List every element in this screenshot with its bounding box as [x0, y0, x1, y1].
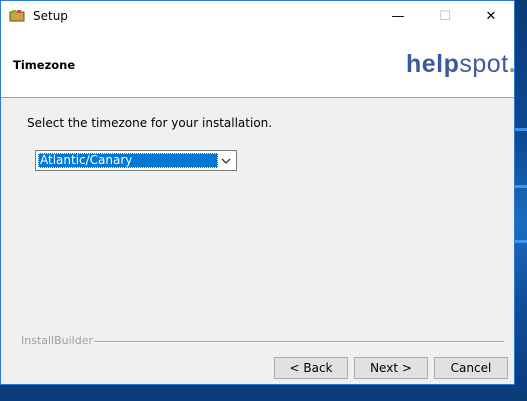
- minimize-icon: —: [391, 8, 405, 24]
- page-title: Timezone: [13, 58, 76, 72]
- title-bar[interactable]: Setup — ☐ ✕: [1, 1, 514, 31]
- minimize-button[interactable]: —: [375, 1, 421, 31]
- logo-help-text: help: [406, 50, 460, 78]
- next-button[interactable]: Next >: [354, 357, 428, 379]
- content-area: Select the timezone for your installatio…: [1, 98, 514, 328]
- timezone-select[interactable]: Atlantic/Canary: [35, 150, 237, 171]
- setup-window: Setup — ☐ ✕ Timezone helpspot. Select th…: [0, 0, 516, 385]
- close-icon: ✕: [485, 8, 497, 24]
- timezone-selected-value: Atlantic/Canary: [38, 153, 218, 168]
- chevron-down-icon[interactable]: [219, 154, 233, 167]
- window-title: Setup: [33, 9, 68, 23]
- back-button[interactable]: < Back: [274, 357, 348, 379]
- page-header: Timezone helpspot.: [1, 31, 516, 98]
- close-button[interactable]: ✕: [468, 1, 514, 31]
- maximize-button: ☐: [422, 1, 468, 31]
- app-icon: [9, 10, 25, 22]
- maximize-icon: ☐: [439, 8, 451, 24]
- installbuilder-brand: InstallBuilder: [21, 334, 94, 347]
- logo-spot-text: spot: [459, 50, 509, 78]
- helpspot-logo: helpspot.: [406, 50, 516, 79]
- cancel-button[interactable]: Cancel: [434, 357, 508, 379]
- footer-divider: [94, 341, 504, 343]
- timezone-instruction: Select the timezone for your installatio…: [27, 116, 273, 130]
- logo-dot: .: [508, 50, 517, 78]
